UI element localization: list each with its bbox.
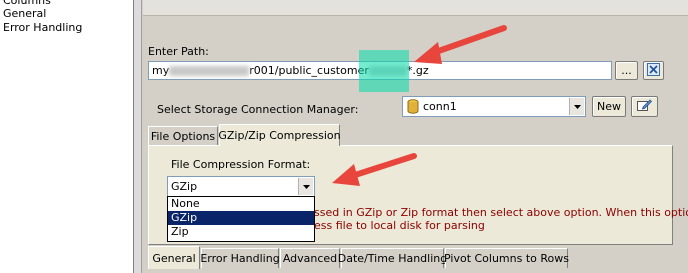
- bottom-tab-advanced[interactable]: Advanced: [280, 248, 340, 268]
- browse-button[interactable]: ...: [615, 61, 638, 80]
- tab-file-options[interactable]: File Options: [148, 126, 218, 146]
- chevron-down-icon[interactable]: [569, 98, 584, 115]
- compression-note-line1: ssed in GZip or Zip format then select a…: [314, 206, 688, 219]
- option-zip[interactable]: Zip: [168, 225, 314, 239]
- clear-button[interactable]: [643, 61, 664, 80]
- bottom-tab-date-time-handling[interactable]: Date/Time Handling: [338, 248, 447, 268]
- path-prefix: my: [152, 64, 170, 77]
- top-band: [143, 0, 688, 16]
- bottom-tab-general[interactable]: General: [148, 246, 200, 269]
- option-gzip[interactable]: GZip: [168, 211, 314, 225]
- tab-gzip-zip-compression[interactable]: GZip/Zip Compression: [218, 124, 341, 146]
- nav-item-general[interactable]: General: [3, 7, 46, 21]
- storage-connection-select[interactable]: conn1: [402, 96, 586, 117]
- option-none[interactable]: None: [168, 197, 314, 211]
- compression-label: File Compression Format:: [171, 158, 311, 171]
- compression-options-list[interactable]: None GZip Zip: [167, 196, 315, 242]
- annotation-arrow-icon: [332, 153, 417, 186]
- new-button[interactable]: New: [592, 96, 626, 117]
- compression-value: GZip: [171, 180, 198, 193]
- storage-label: Select Storage Connection Manager:: [157, 103, 359, 116]
- splitter[interactable]: [134, 0, 142, 273]
- annotation-arrow-icon: [414, 25, 507, 64]
- clear-icon: [647, 62, 660, 79]
- database-icon: [407, 99, 419, 118]
- compression-note-line2: ess file to local disk for parsing: [314, 219, 485, 232]
- bottom-tab-pivot-columns-to-rows[interactable]: Pivot Columns to Rows: [444, 248, 569, 268]
- compression-format-select[interactable]: GZip: [167, 176, 315, 197]
- nav-pane: Columns General Error Handling: [0, 0, 134, 273]
- storage-value: conn1: [423, 100, 457, 113]
- edit-icon: [637, 98, 652, 115]
- chevron-down-icon[interactable]: [298, 178, 313, 195]
- bottom-tab-error-handling[interactable]: Error Handling: [200, 248, 280, 268]
- path-middle: r001/public_customer: [249, 64, 369, 77]
- nav-item-error-handling[interactable]: Error Handling: [3, 21, 82, 35]
- edit-button[interactable]: [631, 96, 658, 117]
- redacted-text: [169, 66, 250, 76]
- path-label: Enter Path:: [148, 45, 209, 58]
